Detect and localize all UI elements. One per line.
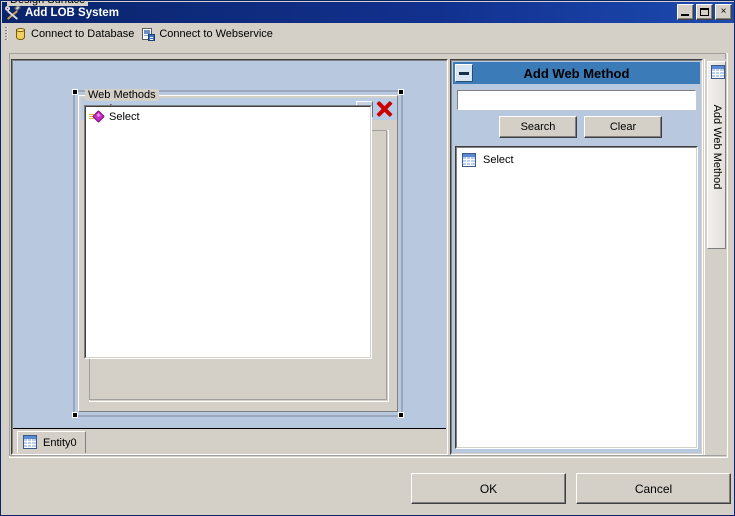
maximize-button[interactable]: [696, 4, 713, 20]
connect-to-webservice-button[interactable]: Connect to Webservice: [139, 24, 278, 44]
add-lob-system-window: Add LOB System × Connect to Database Con…: [0, 0, 735, 516]
database-icon: [13, 27, 27, 41]
add-web-method-pane: Add Web Method Search Clear Select: [450, 59, 703, 455]
toolbar-grip[interactable]: [5, 27, 8, 41]
resize-handle-bottom-left[interactable]: [72, 412, 78, 418]
designer-tab-entity0[interactable]: Entity0: [17, 431, 86, 453]
resize-handle-top-right[interactable]: [398, 89, 404, 95]
connect-to-webservice-label: Connect to Webservice: [159, 28, 273, 40]
search-input[interactable]: [457, 90, 696, 110]
table-icon: [710, 65, 725, 80]
design-surface-label: Design Surface: [7, 1, 89, 6]
connect-to-database-button[interactable]: Connect to Database: [11, 24, 139, 44]
design-canvas-frame: Entity0 Web Methods: [11, 59, 448, 455]
resize-handle-top-left[interactable]: [72, 89, 78, 95]
tools-icon: [5, 4, 21, 21]
close-icon: ×: [720, 6, 727, 17]
table-icon: [461, 152, 477, 168]
close-button[interactable]: ×: [715, 4, 732, 20]
list-item[interactable]: Select: [85, 109, 371, 125]
web-methods-label: Web Methods: [85, 89, 159, 101]
table-icon: [22, 435, 38, 450]
clear-button[interactable]: Clear: [584, 116, 662, 138]
web-method-results-list[interactable]: Select: [455, 146, 698, 449]
design-canvas[interactable]: Entity0 Web Methods: [13, 61, 446, 427]
docked-tab-strip: Add Web Method: [704, 59, 727, 455]
designer-tab-label: Entity0: [43, 436, 77, 449]
minimize-button[interactable]: [677, 4, 694, 20]
connect-to-database-label: Connect to Database: [31, 28, 135, 40]
task-pane-title: Add Web Method: [523, 65, 630, 81]
web-methods-list[interactable]: Select: [84, 105, 372, 359]
result-label: Select: [483, 154, 514, 166]
entity0-panel: Entity0 Web Methods: [78, 89, 398, 412]
webservice-icon: [141, 27, 156, 41]
window-control-buttons: ×: [677, 4, 732, 20]
entity0-designer[interactable]: Entity0 Web Methods: [72, 89, 404, 418]
cancel-button[interactable]: Cancel: [576, 473, 731, 504]
search-button[interactable]: Search: [499, 116, 577, 138]
designer-tabstrip: Entity0: [13, 428, 446, 454]
task-pane-minimize-button[interactable]: [455, 64, 473, 82]
ok-button[interactable]: OK: [411, 473, 566, 504]
minimize-icon: [681, 14, 689, 16]
list-item[interactable]: Select: [456, 151, 697, 169]
entity0-close-button[interactable]: [374, 99, 395, 119]
method-icon: [89, 110, 105, 124]
window-titlebar: Add LOB System ×: [2, 2, 734, 23]
web-method-label: Select: [109, 111, 140, 123]
main-toolbar: Connect to Database Connect to Webservic…: [2, 23, 734, 45]
window-title: Add LOB System: [25, 6, 119, 19]
vertical-tab-label: Add Web Method: [711, 104, 723, 190]
resize-handle-bottom-right[interactable]: [398, 412, 404, 418]
vertical-tab-add-web-method[interactable]: Add Web Method: [707, 61, 726, 249]
task-pane-header: Add Web Method: [453, 62, 700, 84]
maximize-icon: [700, 8, 709, 16]
